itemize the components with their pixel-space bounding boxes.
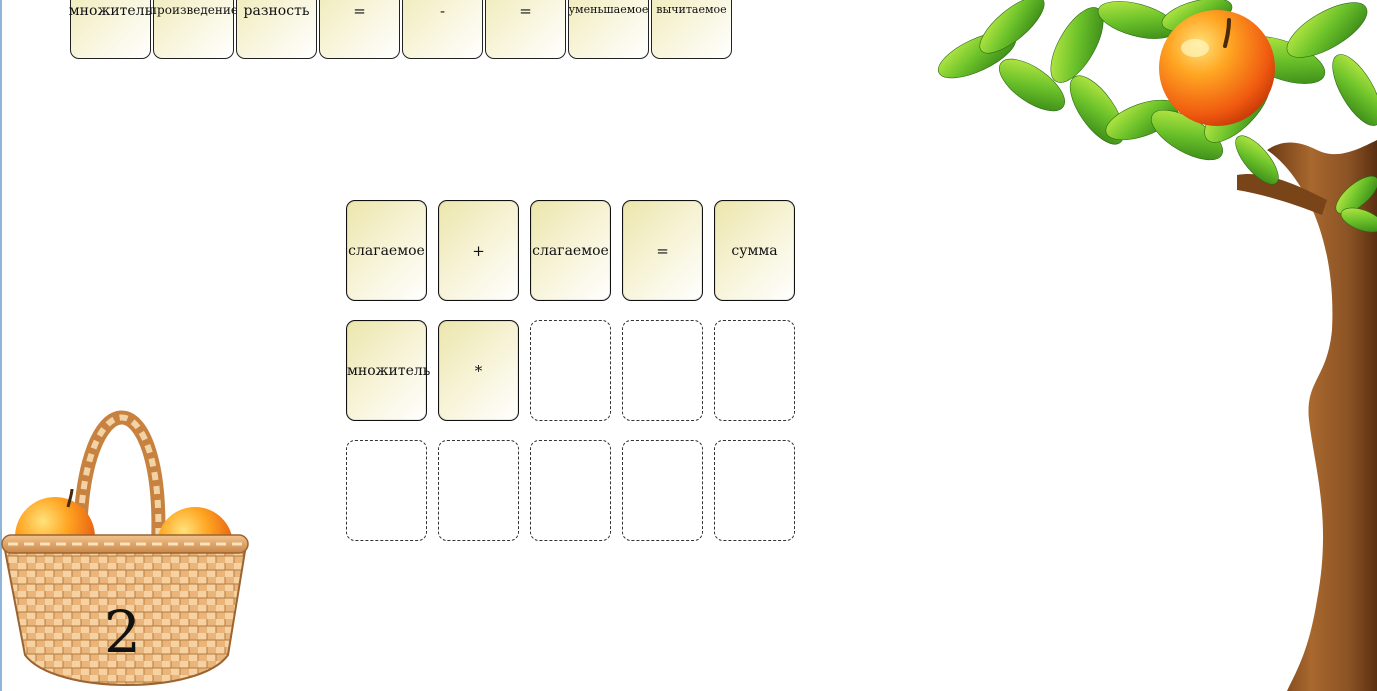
word-card-label: =: [353, 2, 366, 20]
slot-word: слагаемое: [532, 242, 609, 259]
grid-slot[interactable]: =: [622, 200, 703, 301]
slot-word: +: [472, 241, 485, 260]
word-card-label: уменьшаемое: [568, 3, 649, 16]
grid-slot-empty[interactable]: [346, 440, 427, 541]
apple-icon: [1159, 10, 1275, 126]
word-card-label: -: [439, 2, 446, 20]
word-card-subtrahend[interactable]: вычитаемое: [651, 0, 732, 59]
grid-slot-empty[interactable]: [622, 440, 703, 541]
word-card-label: множитель: [68, 3, 153, 19]
slot-word: слагаемое: [348, 242, 425, 259]
word-card-minuend[interactable]: уменьшаемое: [568, 0, 649, 59]
word-card-minus[interactable]: -: [402, 0, 483, 59]
basket-count: 2: [104, 598, 141, 666]
apple-tree-illustration: [938, 0, 1377, 691]
slot-word: множитель: [347, 362, 431, 379]
slot-word: =: [656, 241, 669, 260]
grid-slot-empty[interactable]: [530, 440, 611, 541]
word-card-equals[interactable]: =: [485, 0, 566, 59]
grid-slot[interactable]: *: [438, 320, 519, 421]
word-card-equals[interactable]: =: [319, 0, 400, 59]
word-card-label: произведение: [149, 3, 238, 17]
grid-slot-empty[interactable]: [714, 440, 795, 541]
grid-slot[interactable]: слагаемое: [530, 200, 611, 301]
grid-slot[interactable]: слагаемое: [346, 200, 427, 301]
grid-slot-empty[interactable]: [622, 320, 703, 421]
grid-slot-empty[interactable]: [714, 320, 795, 421]
grid-slot-empty[interactable]: [438, 440, 519, 541]
slot-word: сумма: [731, 242, 778, 259]
grid-slot[interactable]: +: [438, 200, 519, 301]
word-card-multiplier[interactable]: множитель: [68, 0, 153, 59]
word-card-label: разность: [243, 3, 310, 19]
word-card-difference[interactable]: разность: [236, 0, 317, 59]
slot-word: *: [474, 361, 483, 380]
word-card-label: =: [519, 2, 532, 20]
word-card-label: вычитаемое: [656, 3, 727, 16]
word-card-product[interactable]: произведение: [149, 0, 238, 59]
grid-slot[interactable]: множитель: [346, 320, 431, 421]
grid-slot-empty[interactable]: [530, 320, 611, 421]
grid-slot[interactable]: сумма: [714, 200, 795, 301]
